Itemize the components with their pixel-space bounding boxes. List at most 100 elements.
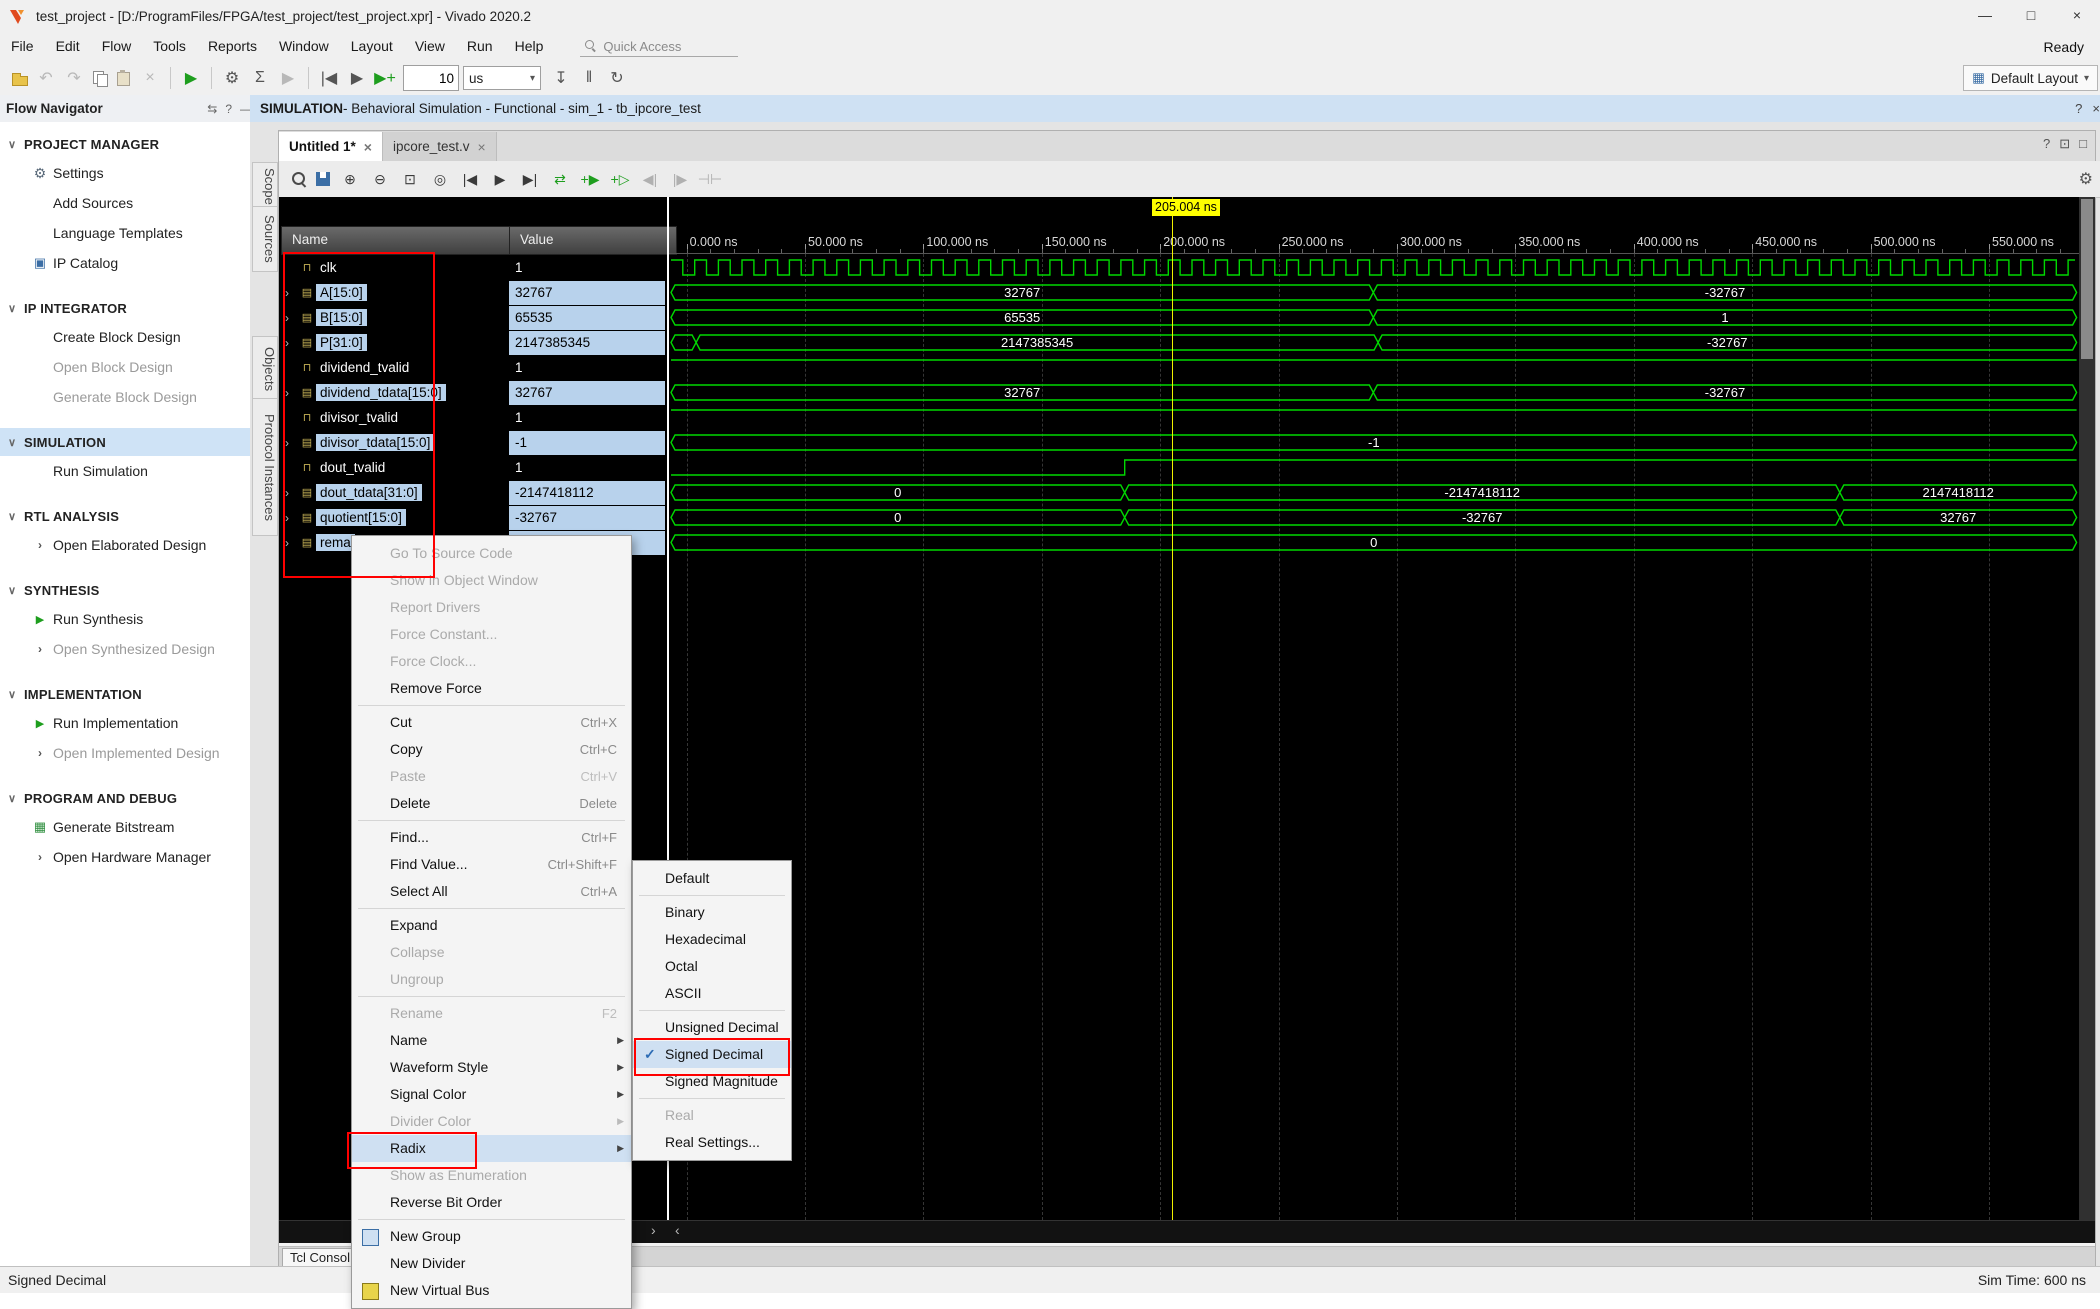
signal-row-a-15-0[interactable]: ›▤A[15:0] <box>279 280 509 305</box>
menu-file[interactable]: File <box>0 32 45 61</box>
radix-item-default[interactable]: Default <box>633 865 791 892</box>
delete-icon[interactable]: × <box>138 66 162 90</box>
time-unit-select[interactable]: us ▾ <box>463 66 541 90</box>
go-to-start-icon[interactable]: |◀ <box>457 166 483 192</box>
paste-icon[interactable] <box>114 68 134 88</box>
menu-item-new-virtual-bus[interactable]: New Virtual Bus <box>352 1277 631 1304</box>
scroll-right-icon[interactable]: › <box>651 1222 656 1238</box>
value-row-dout-tdata-31-0[interactable]: -2147418112 <box>509 480 667 505</box>
value-column-header[interactable]: Value <box>509 226 677 255</box>
side-tab-sources[interactable]: Sources <box>252 206 278 272</box>
menu-item-waveform-style[interactable]: Waveform Style▶ <box>352 1054 631 1081</box>
radix-item-signed-decimal[interactable]: ✓Signed Decimal <box>633 1041 791 1068</box>
expand-icon[interactable]: › <box>30 642 50 656</box>
value-row-quotient-15-0[interactable]: -32767 <box>509 505 667 530</box>
signal-row-clk[interactable]: ⊓clk <box>279 255 509 280</box>
step-icon[interactable]: ▶ <box>276 66 300 90</box>
flow-item-language-templates[interactable]: Language Templates <box>0 218 250 248</box>
menu-layout[interactable]: Layout <box>340 32 404 61</box>
menu-item-signal-color[interactable]: Signal Color▶ <box>352 1081 631 1108</box>
menu-item-expand[interactable]: Expand <box>352 912 631 939</box>
zoom-out-icon[interactable]: ⊖ <box>367 166 393 192</box>
signal-row-divisor-tvalid[interactable]: ⊓divisor_tvalid <box>279 405 509 430</box>
flow-section-header-simulation[interactable]: ∨SIMULATION <box>0 428 250 456</box>
zoom-to-cursor-icon[interactable]: ◎ <box>427 166 453 192</box>
quick-access-search[interactable]: Quick Access <box>580 36 738 57</box>
time-input[interactable] <box>403 65 459 91</box>
undo-icon[interactable]: ↶ <box>34 66 58 90</box>
restart-icon[interactable]: |◀ <box>317 66 341 90</box>
expand-icon[interactable]: › <box>285 386 298 400</box>
side-tab-scope[interactable]: Scope <box>252 162 278 210</box>
value-row-a-15-0[interactable]: 32767 <box>509 280 667 305</box>
menu-help[interactable]: Help <box>504 32 555 61</box>
help-icon[interactable]: ? <box>2043 136 2050 152</box>
pause-icon[interactable]: ‖ <box>577 66 601 90</box>
flow-section-header-synthesis[interactable]: ∨SYNTHESIS <box>0 576 250 604</box>
menu-item-copy[interactable]: CopyCtrl+C <box>352 736 631 763</box>
maximize-button[interactable]: □ <box>2008 0 2054 32</box>
close-icon[interactable]: × <box>478 139 486 155</box>
flow-item-run-synthesis[interactable]: ▶Run Synthesis <box>0 604 250 634</box>
help-icon[interactable]: ? <box>221 102 236 116</box>
flow-item-ip-catalog[interactable]: ▣IP Catalog <box>0 248 250 278</box>
menu-window[interactable]: Window <box>268 32 340 61</box>
expand-icon[interactable]: › <box>285 536 298 550</box>
settings-icon[interactable]: ⚙ <box>220 66 244 90</box>
menu-view[interactable]: View <box>404 32 456 61</box>
copy-icon[interactable] <box>90 68 110 88</box>
flow-section-header-rtl-analysis[interactable]: ∨RTL ANALYSIS <box>0 502 250 530</box>
search-icon[interactable] <box>289 169 309 189</box>
float-window-icon[interactable]: ⊡ <box>2059 136 2070 152</box>
menu-run[interactable]: Run <box>456 32 504 61</box>
signal-row-p-31-0[interactable]: ›▤P[31:0] <box>279 330 509 355</box>
scroll-left-icon[interactable]: ‹ <box>675 1222 680 1238</box>
flow-section-header-implementation[interactable]: ∨IMPLEMENTATION <box>0 680 250 708</box>
menu-item-new-divider[interactable]: New Divider <box>352 1250 631 1277</box>
expand-icon[interactable]: › <box>30 850 50 864</box>
menu-item-remove-force[interactable]: Remove Force <box>352 675 631 702</box>
menu-item-find-value[interactable]: Find Value...Ctrl+Shift+F <box>352 851 631 878</box>
relaunch-sim-icon[interactable]: ↻ <box>605 66 629 90</box>
tab-untitled-1[interactable]: Untitled 1*× <box>279 132 383 161</box>
run-for-icon[interactable]: ▶+ <box>373 66 397 90</box>
menu-item-name[interactable]: Name▶ <box>352 1027 631 1054</box>
close-icon[interactable]: × <box>2092 101 2100 116</box>
scrollbar-thumb[interactable] <box>2081 199 2093 359</box>
zoom-in-icon[interactable]: ⊕ <box>337 166 363 192</box>
expand-icon[interactable]: › <box>30 746 50 760</box>
menu-item-new-group[interactable]: New Group <box>352 1223 631 1250</box>
expand-icon[interactable]: › <box>285 486 298 500</box>
swap-cursors-icon[interactable]: ⊣⊢ <box>697 166 723 192</box>
help-icon[interactable]: ? <box>2075 101 2082 116</box>
value-row-dout-tvalid[interactable]: 1 <box>509 455 667 480</box>
menu-edit[interactable]: Edit <box>45 32 91 61</box>
menu-reports[interactable]: Reports <box>197 32 268 61</box>
flow-item-settings[interactable]: ⚙Settings <box>0 158 250 188</box>
step-icon[interactable]: +▷ <box>607 166 633 192</box>
layout-select[interactable]: ▦ Default Layout ▾ <box>1963 65 2098 91</box>
vertical-scrollbar[interactable] <box>2079 197 2095 1220</box>
save-icon[interactable] <box>313 169 333 189</box>
log-icon[interactable]: ↧ <box>549 66 573 90</box>
value-row-dividend-tdata-15-0[interactable]: 32767 <box>509 380 667 405</box>
go-to-end-icon[interactable]: ▶| <box>517 166 543 192</box>
flow-item-open-implemented-design[interactable]: ›Open Implemented Design <box>0 738 250 768</box>
flow-section-header-project-manager[interactable]: ∨PROJECT MANAGER <box>0 130 250 158</box>
flow-item-run-simulation[interactable]: Run Simulation <box>0 456 250 486</box>
signal-row-dividend-tdata-15-0[interactable]: ›▤dividend_tdata[15:0] <box>279 380 509 405</box>
menu-item-find[interactable]: Find...Ctrl+F <box>352 824 631 851</box>
expand-icon[interactable]: › <box>30 538 50 552</box>
run-all-icon[interactable]: ▶ <box>487 166 513 192</box>
flow-item-create-block-design[interactable]: Create Block Design <box>0 322 250 352</box>
radix-item-ascii[interactable]: ASCII <box>633 980 791 1007</box>
next-transition-icon[interactable]: |▶ <box>667 166 693 192</box>
run-all-icon[interactable]: ▶ <box>345 66 369 90</box>
menu-item-cut[interactable]: CutCtrl+X <box>352 709 631 736</box>
expand-icon[interactable]: › <box>285 436 298 450</box>
flow-item-generate-bitstream[interactable]: ▦Generate Bitstream <box>0 812 250 842</box>
flow-item-open-block-design[interactable]: Open Block Design <box>0 352 250 382</box>
run-icon[interactable]: ▶ <box>179 66 203 90</box>
tab-ipcore-test-v[interactable]: ipcore_test.v× <box>383 132 497 161</box>
menu-item-select-all[interactable]: Select AllCtrl+A <box>352 878 631 905</box>
